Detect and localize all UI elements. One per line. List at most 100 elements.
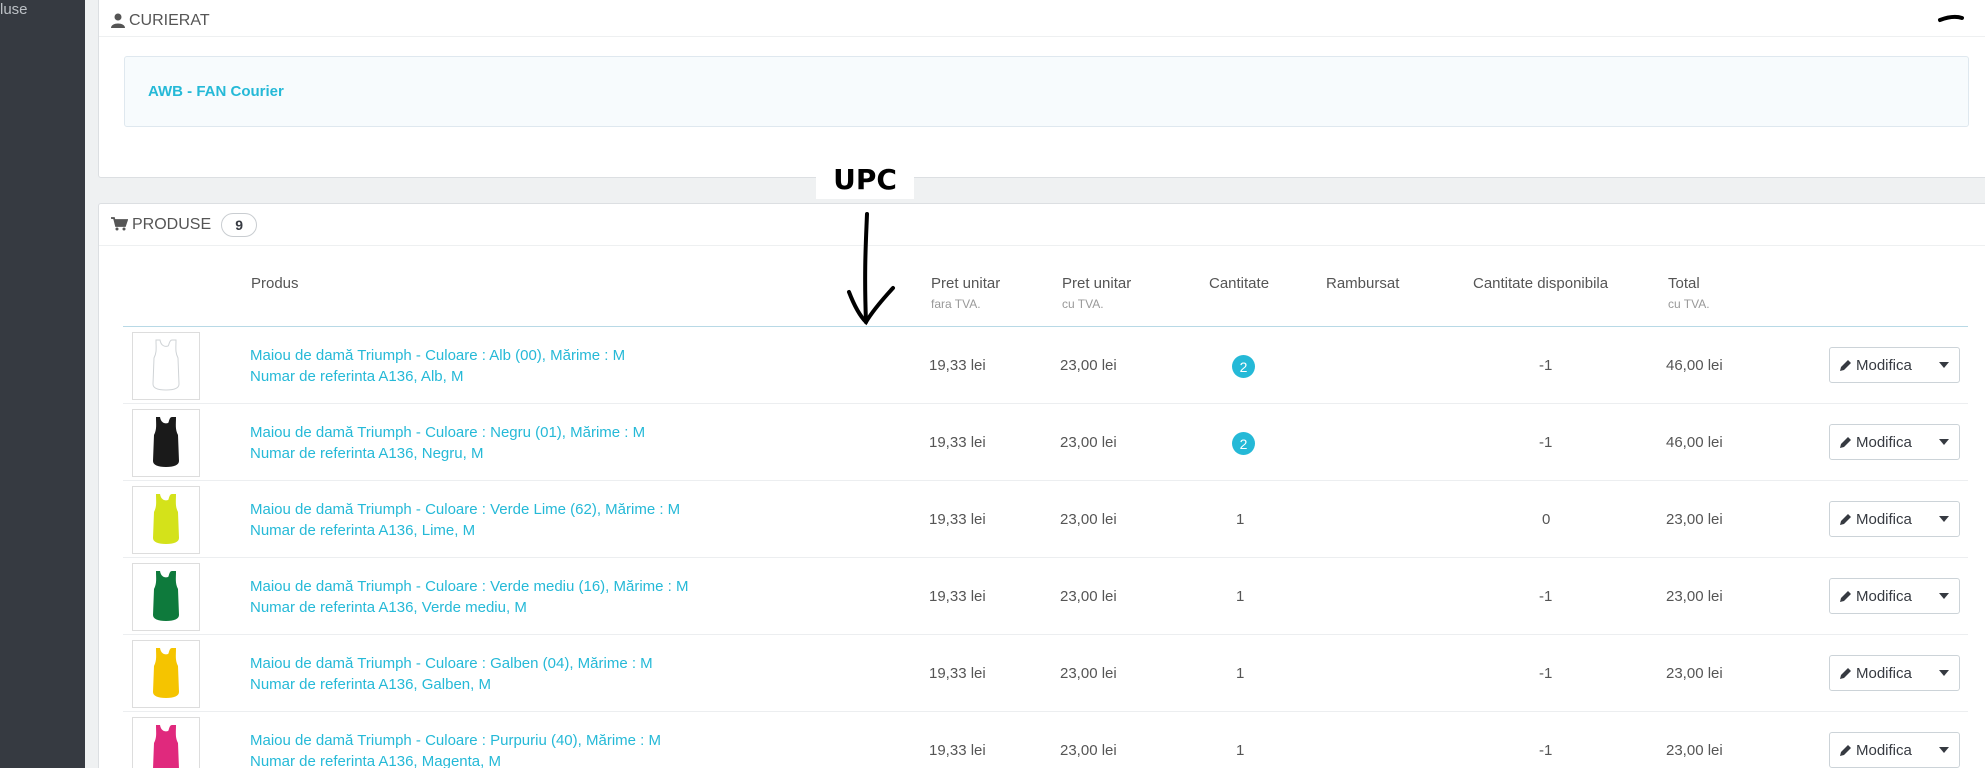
- edit-button[interactable]: Modifica: [1830, 733, 1929, 767]
- pencil-icon: [1840, 359, 1851, 371]
- row-total: 23,00 lei: [1666, 588, 1723, 605]
- courier-panel-title: CURIERAT: [129, 11, 210, 29]
- edit-button[interactable]: Modifica: [1830, 579, 1929, 613]
- product-name-link[interactable]: Maiou de damă Triumph - Culoare : Alb (0…: [250, 345, 625, 387]
- products-count-badge: 9: [221, 212, 258, 237]
- product-thumbnail[interactable]: [132, 332, 200, 400]
- table-row: Maiou de damă Triumph - Culoare : Verde …: [123, 481, 1968, 558]
- product-name[interactable]: Maiou de damă Triumph - Culoare : Alb (0…: [250, 345, 625, 366]
- sidebar-menu-item[interactable]: luse: [0, 1, 28, 18]
- unit-price-ex-vat: 19,33 lei: [929, 357, 986, 374]
- product-name-link[interactable]: Maiou de damă Triumph - Culoare : Verde …: [250, 576, 689, 618]
- edit-dropdown-toggle[interactable]: [1929, 733, 1959, 767]
- product-thumbnail[interactable]: [132, 640, 200, 708]
- product-name-link[interactable]: Maiou de damă Triumph - Culoare : Purpur…: [250, 730, 661, 768]
- edit-button-label: Modifica: [1856, 587, 1912, 605]
- product-thumbnail[interactable]: [132, 563, 200, 631]
- pencil-icon: [1840, 590, 1851, 602]
- product-name[interactable]: Maiou de damă Triumph - Culoare : Negru …: [250, 422, 645, 443]
- edit-button[interactable]: Modifica: [1830, 502, 1929, 536]
- awb-fan-courier-link[interactable]: AWB - FAN Courier: [148, 83, 284, 100]
- product-name[interactable]: Maiou de damă Triumph - Culoare : Verde …: [250, 576, 689, 597]
- unit-price-ex-vat: 19,33 lei: [929, 742, 986, 759]
- col-header-unit-price-ex: Pret unitar fara TVA.: [931, 275, 1001, 311]
- edit-button-label: Modifica: [1856, 433, 1912, 451]
- available-quantity: -1: [1539, 665, 1553, 682]
- edit-button[interactable]: Modifica: [1830, 425, 1929, 459]
- edit-button-label: Modifica: [1856, 741, 1912, 759]
- row-total: 23,00 lei: [1666, 511, 1723, 528]
- pencil-icon: [1840, 667, 1851, 679]
- unit-price-ex-vat: 19,33 lei: [929, 665, 986, 682]
- edit-dropdown-toggle[interactable]: [1929, 579, 1959, 613]
- pencil-icon: [1840, 436, 1851, 448]
- col-header-total: Total cu TVA.: [1668, 275, 1710, 311]
- product-reference[interactable]: Numar de referinta A136, Lime, M: [250, 520, 680, 541]
- col-header-refunded: Rambursat: [1326, 275, 1400, 292]
- tank-top-image: [153, 494, 179, 544]
- product-reference[interactable]: Numar de referinta A136, Magenta, M: [250, 751, 661, 768]
- unit-price-in-vat: 23,00 lei: [1060, 434, 1117, 451]
- unit-price-in-vat: 23,00 lei: [1060, 742, 1117, 759]
- edit-button-group: Modifica: [1829, 347, 1960, 383]
- row-total: 23,00 lei: [1666, 742, 1723, 759]
- user-icon: [111, 13, 126, 28]
- quantity-badge: 2: [1232, 432, 1255, 455]
- product-name-link[interactable]: Maiou de damă Triumph - Culoare : Galben…: [250, 653, 653, 695]
- row-total: 46,00 lei: [1666, 434, 1723, 451]
- pencil-icon: [1840, 744, 1851, 756]
- quantity-badge: 2: [1232, 355, 1255, 378]
- product-name-link[interactable]: Maiou de damă Triumph - Culoare : Verde …: [250, 499, 680, 541]
- products-panel: PRODUSE 9 Produs Pret unitar fara TVA. Pr…: [98, 203, 1985, 768]
- product-thumbnail[interactable]: [132, 486, 200, 554]
- tank-top-image: [153, 725, 179, 768]
- edit-dropdown-toggle[interactable]: [1929, 656, 1959, 690]
- available-quantity: -1: [1539, 434, 1553, 451]
- product-reference[interactable]: Numar de referinta A136, Galben, M: [250, 674, 653, 695]
- product-reference[interactable]: Numar de referinta A136, Negru, M: [250, 443, 645, 464]
- product-reference[interactable]: Numar de referinta A136, Alb, M: [250, 366, 625, 387]
- edit-button-group: Modifica: [1829, 578, 1960, 614]
- edit-button-label: Modifica: [1856, 356, 1912, 374]
- table-row: Maiou de damă Triumph - Culoare : Negru …: [123, 404, 1968, 481]
- admin-sidebar: luse: [0, 0, 85, 768]
- row-total: 46,00 lei: [1666, 357, 1723, 374]
- quantity-value: 1: [1236, 588, 1245, 605]
- product-name-link[interactable]: Maiou de damă Triumph - Culoare : Negru …: [250, 422, 645, 464]
- tank-top-image: [153, 648, 179, 698]
- edit-dropdown-toggle[interactable]: [1929, 502, 1959, 536]
- col-header-available: Cantitate disponibila: [1473, 275, 1609, 292]
- caret-down-icon: [1939, 670, 1950, 676]
- edit-button-label: Modifica: [1856, 510, 1912, 528]
- product-reference[interactable]: Numar de referinta A136, Verde mediu, M: [250, 597, 689, 618]
- caret-down-icon: [1939, 439, 1950, 445]
- product-thumbnail[interactable]: [132, 717, 200, 768]
- caret-down-icon: [1939, 362, 1950, 368]
- quantity-value: 1: [1236, 665, 1245, 682]
- product-name[interactable]: Maiou de damă Triumph - Culoare : Purpur…: [250, 730, 661, 751]
- available-quantity: -1: [1539, 742, 1553, 759]
- row-total: 23,00 lei: [1666, 665, 1723, 682]
- edit-dropdown-toggle[interactable]: [1929, 348, 1959, 382]
- courier-panel-heading: CURIERAT: [99, 0, 1985, 37]
- edit-button-group: Modifica: [1829, 501, 1960, 537]
- unit-price-in-vat: 23,00 lei: [1060, 511, 1117, 528]
- edit-button[interactable]: Modifica: [1830, 656, 1929, 690]
- cart-icon: [111, 217, 129, 232]
- caret-down-icon: [1939, 516, 1950, 522]
- edit-button-label: Modifica: [1856, 664, 1912, 682]
- pencil-icon: [1840, 513, 1851, 525]
- available-quantity: -1: [1539, 357, 1553, 374]
- product-name[interactable]: Maiou de damă Triumph - Culoare : Galben…: [250, 653, 653, 674]
- product-thumbnail[interactable]: [132, 409, 200, 477]
- tank-top-image: [153, 417, 179, 467]
- courier-box: AWB - FAN Courier: [124, 56, 1969, 127]
- product-name[interactable]: Maiou de damă Triumph - Culoare : Verde …: [250, 499, 680, 520]
- edit-button[interactable]: Modifica: [1830, 348, 1929, 382]
- unit-price-in-vat: 23,00 lei: [1060, 357, 1117, 374]
- available-quantity: 0: [1542, 511, 1551, 528]
- col-header-product[interactable]: Produs: [251, 275, 299, 292]
- quantity-value: 1: [1236, 511, 1245, 528]
- courier-panel: CURIERAT AWB - FAN Courier: [98, 0, 1985, 178]
- edit-dropdown-toggle[interactable]: [1929, 425, 1959, 459]
